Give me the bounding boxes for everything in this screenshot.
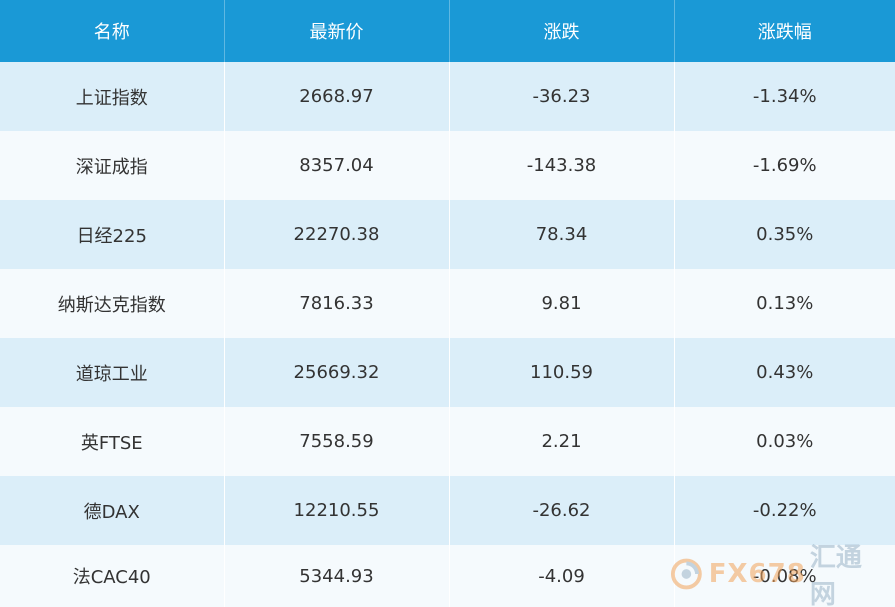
cell-change-pct: -0.08% [674, 545, 895, 607]
cell-price: 2668.97 [224, 62, 450, 131]
table-row: 德DAX 12210.55 -26.62 -0.22% [0, 476, 895, 545]
cell-name: 德DAX [0, 476, 225, 545]
cell-name: 法CAC40 [0, 545, 225, 607]
quote-table-container: 名称 最新价 涨跌 涨跌幅 上证指数 2668.97 -36.23 -1.34%… [0, 0, 895, 607]
cell-change: 110.59 [449, 338, 675, 407]
header-change[interactable]: 涨跌 [449, 0, 675, 62]
table-row: 上证指数 2668.97 -36.23 -1.34% [0, 62, 895, 131]
cell-price: 25669.32 [224, 338, 450, 407]
cell-price: 22270.38 [224, 200, 450, 269]
table-header-row: 名称 最新价 涨跌 涨跌幅 [0, 0, 895, 62]
cell-price: 7558.59 [224, 407, 450, 476]
cell-name: 纳斯达克指数 [0, 269, 225, 338]
cell-change-pct: -0.22% [674, 476, 895, 545]
cell-change: 2.21 [449, 407, 675, 476]
table-row: 纳斯达克指数 7816.33 9.81 0.13% [0, 269, 895, 338]
table-row: 深证成指 8357.04 -143.38 -1.69% [0, 131, 895, 200]
cell-change-pct: 0.35% [674, 200, 895, 269]
header-name[interactable]: 名称 [0, 0, 225, 62]
table-row: 道琼工业 25669.32 110.59 0.43% [0, 338, 895, 407]
table-row: 日经225 22270.38 78.34 0.35% [0, 200, 895, 269]
cell-change-pct: -1.69% [674, 131, 895, 200]
cell-change: -4.09 [449, 545, 675, 607]
cell-price: 12210.55 [224, 476, 450, 545]
cell-name: 英FTSE [0, 407, 225, 476]
header-change-pct[interactable]: 涨跌幅 [674, 0, 895, 62]
cell-change: 9.81 [449, 269, 675, 338]
cell-change: -26.62 [449, 476, 675, 545]
table-row: 法CAC40 5344.93 -4.09 -0.08% [0, 545, 895, 607]
cell-name: 深证成指 [0, 131, 225, 200]
cell-change: -36.23 [449, 62, 675, 131]
cell-price: 7816.33 [224, 269, 450, 338]
cell-change-pct: 0.03% [674, 407, 895, 476]
market-index-table: 名称 最新价 涨跌 涨跌幅 上证指数 2668.97 -36.23 -1.34%… [0, 0, 895, 607]
cell-change: -143.38 [449, 131, 675, 200]
table-row: 英FTSE 7558.59 2.21 0.03% [0, 407, 895, 476]
cell-name: 道琼工业 [0, 338, 225, 407]
cell-name: 日经225 [0, 200, 225, 269]
header-price[interactable]: 最新价 [224, 0, 450, 62]
cell-name: 上证指数 [0, 62, 225, 131]
cell-price: 5344.93 [224, 545, 450, 607]
cell-change-pct: 0.13% [674, 269, 895, 338]
cell-price: 8357.04 [224, 131, 450, 200]
cell-change-pct: 0.43% [674, 338, 895, 407]
cell-change: 78.34 [449, 200, 675, 269]
cell-change-pct: -1.34% [674, 62, 895, 131]
